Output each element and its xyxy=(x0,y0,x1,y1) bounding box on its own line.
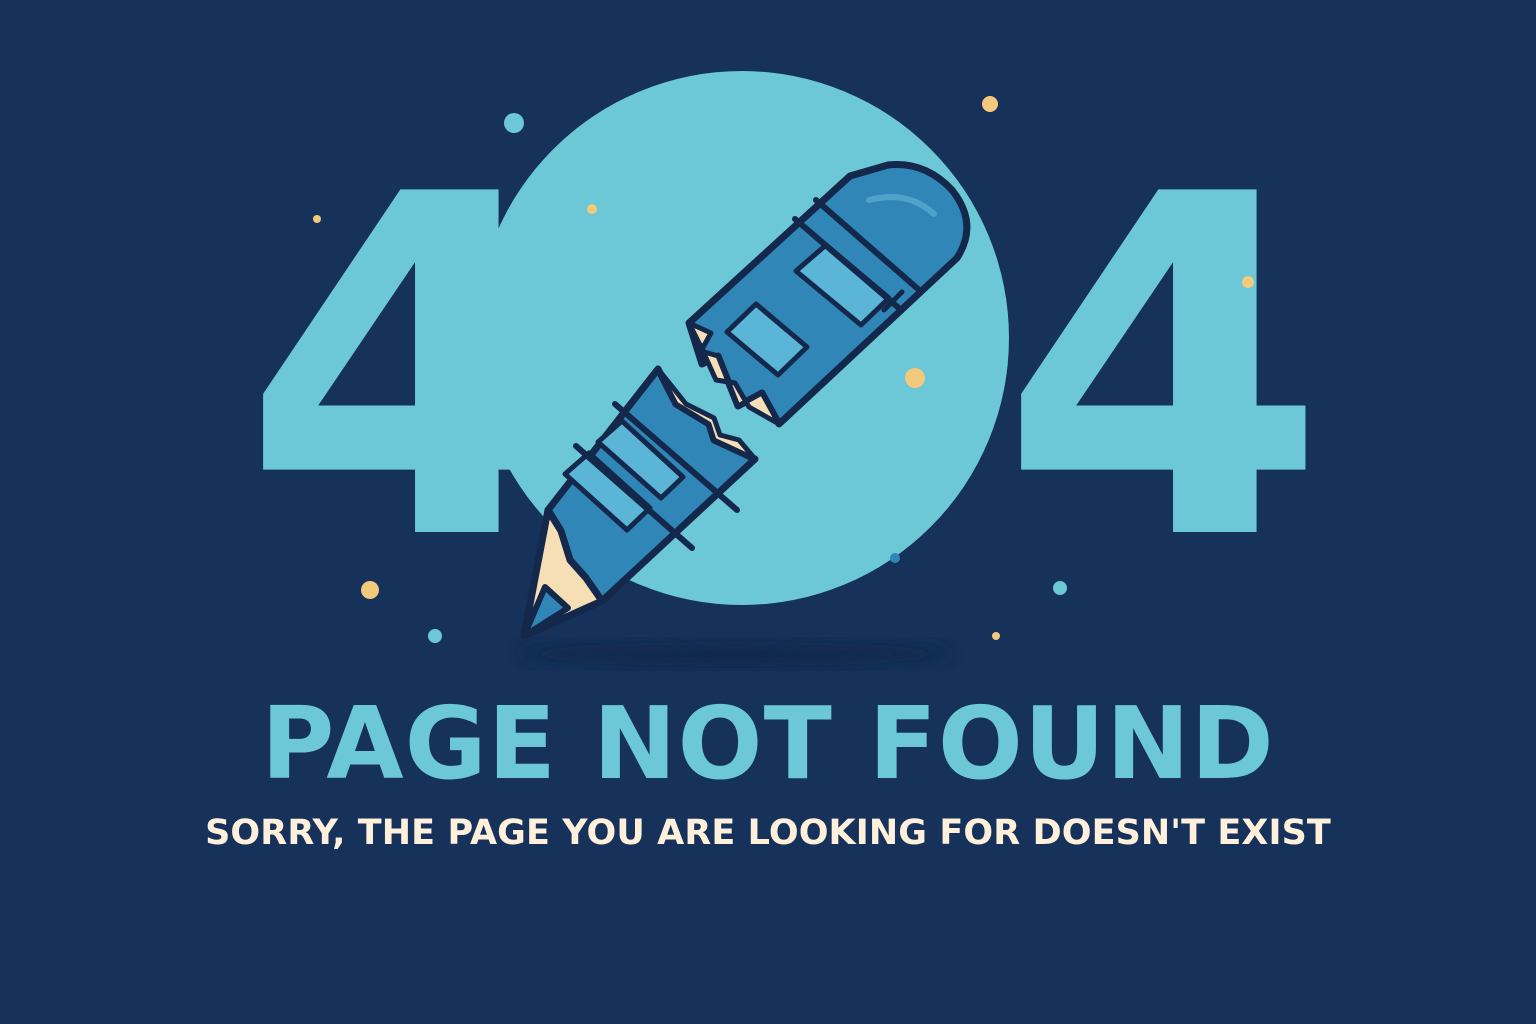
error-page: 4 4 PAGE NOT FOUND SORRY, THE PAGE YOU A… xyxy=(0,0,1536,1024)
decorative-dot xyxy=(1242,276,1254,288)
decorative-dot xyxy=(905,368,925,388)
decorative-dot xyxy=(992,632,1000,640)
page-not-found-title: PAGE NOT FOUND xyxy=(261,685,1275,802)
decorative-dot xyxy=(361,581,379,599)
decorative-dot xyxy=(982,96,998,112)
error-illustration: 4 4 xyxy=(242,71,1327,666)
decorative-dot xyxy=(587,204,597,214)
decorative-dot xyxy=(504,113,524,133)
pencil-shadow xyxy=(520,642,950,666)
decorative-dot xyxy=(313,215,321,223)
error-message: SORRY, THE PAGE YOU ARE LOOKING FOR DOES… xyxy=(205,813,1331,853)
decorative-dot xyxy=(428,629,442,643)
code-right-digit: 4 xyxy=(1000,96,1327,643)
decorative-dot xyxy=(1053,581,1067,595)
decorative-dot xyxy=(890,553,900,563)
